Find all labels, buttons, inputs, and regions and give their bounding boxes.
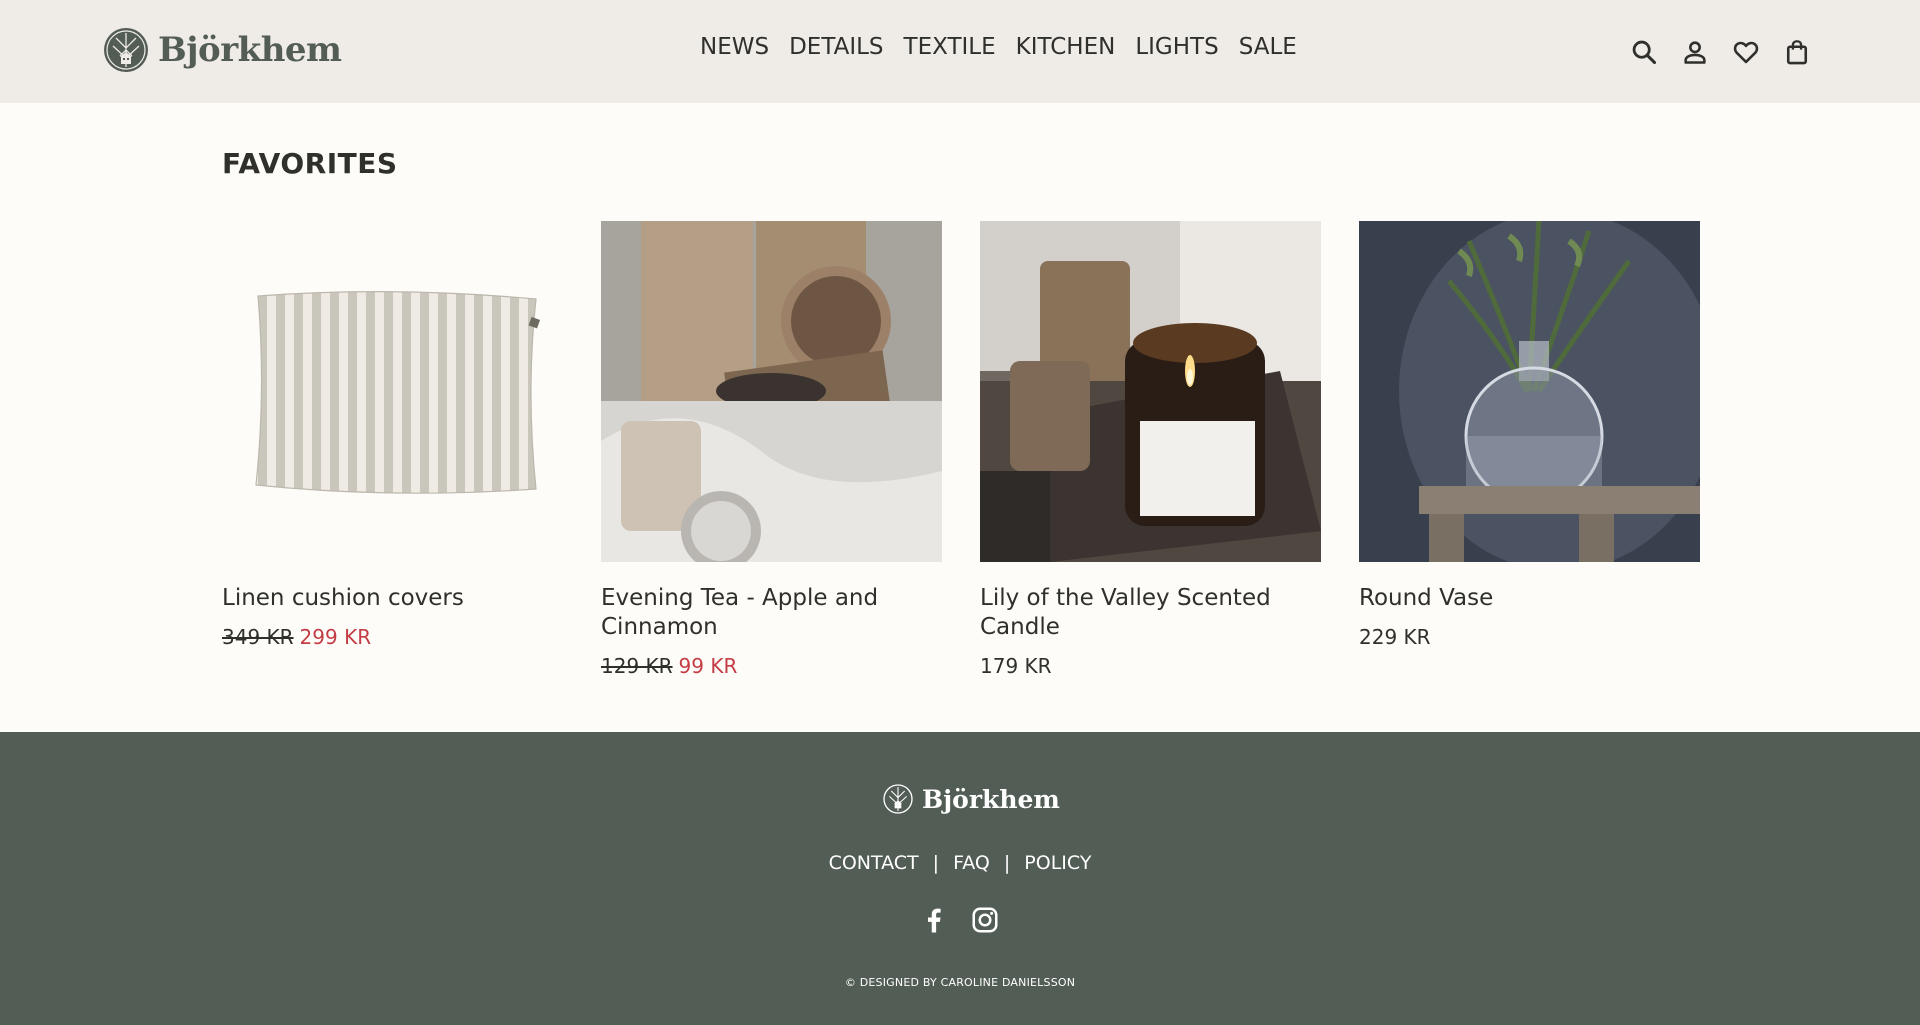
favorites-section: FAVORITES Linen cushion covers 349 KR 29…: [0, 103, 1920, 732]
main-nav: NEWS DETAILS TEXTILE KITCHEN LIGHTS SALE: [700, 34, 1297, 60]
product-card-linen-cushion[interactable]: Linen cushion covers 349 KR 299 KR: [222, 221, 563, 678]
nav-news[interactable]: NEWS: [700, 34, 769, 60]
page-title: FAVORITES: [222, 147, 398, 180]
footer-links: CONTACT | FAQ | POLICY: [0, 852, 1920, 874]
nav-lights[interactable]: LIGHTS: [1135, 34, 1218, 60]
product-image-vase[interactable]: [1359, 221, 1700, 562]
brand-name: Björkhem: [158, 30, 342, 70]
product-image-candle[interactable]: [980, 221, 1321, 562]
regular-price: 229 KR: [1359, 625, 1431, 649]
product-price: 349 KR 299 KR: [222, 625, 563, 649]
product-name[interactable]: Linen cushion covers: [222, 584, 563, 613]
product-price: 229 KR: [1359, 625, 1700, 649]
logo-mark-icon: [883, 784, 913, 814]
product-card-round-vase[interactable]: Round Vase 229 KR: [1359, 221, 1700, 678]
footer-brand-name: Björkhem: [922, 784, 1060, 814]
nav-kitchen[interactable]: KITCHEN: [1016, 34, 1116, 60]
nav-sale[interactable]: SALE: [1239, 34, 1297, 60]
product-image-cushion[interactable]: [222, 221, 563, 562]
footer-brand-logo[interactable]: Björkhem: [882, 783, 1060, 815]
nav-details[interactable]: DETAILS: [789, 34, 883, 60]
footer-link-contact[interactable]: CONTACT: [829, 852, 919, 874]
regular-price: 179 KR: [980, 654, 1052, 678]
heart-icon[interactable]: [1732, 38, 1760, 66]
site-header: Björkhem NEWS DETAILS TEXTILE KITCHEN LI…: [0, 0, 1920, 103]
brand-logo[interactable]: Björkhem: [102, 26, 342, 74]
footer-separator: |: [932, 852, 940, 874]
product-image-tea[interactable]: [601, 221, 942, 562]
product-grid: Linen cushion covers 349 KR 299 KR Eveni…: [222, 221, 1700, 678]
facebook-icon[interactable]: [918, 904, 948, 936]
copyright: © DESIGNED BY CAROLINE DANIELSSON: [844, 976, 1076, 989]
product-card-evening-tea[interactable]: Evening Tea - Apple and Cinnamon 129 KR 9…: [601, 221, 942, 678]
product-price: 129 KR 99 KR: [601, 654, 942, 678]
original-price: 129 KR: [601, 654, 673, 678]
header-icons: [1630, 38, 1811, 66]
logo-mark-icon: [104, 28, 148, 72]
sale-price: 99 KR: [678, 654, 738, 678]
search-icon[interactable]: [1630, 38, 1658, 66]
sale-price: 299 KR: [299, 625, 372, 649]
instagram-icon[interactable]: [970, 904, 1000, 936]
product-card-lily-candle[interactable]: Lily of the Valley Scented Candle 179 KR: [980, 221, 1321, 678]
footer-link-policy[interactable]: POLICY: [1024, 852, 1091, 874]
product-name[interactable]: Lily of the Valley Scented Candle: [980, 584, 1321, 642]
product-price: 179 KR: [980, 654, 1321, 678]
footer-separator: |: [1003, 852, 1011, 874]
product-name[interactable]: Evening Tea - Apple and Cinnamon: [601, 584, 942, 642]
original-price: 349 KR: [222, 625, 294, 649]
bag-icon[interactable]: [1783, 38, 1811, 66]
footer-link-faq[interactable]: FAQ: [953, 852, 990, 874]
account-icon[interactable]: [1681, 38, 1709, 66]
site-footer: Björkhem CONTACT | FAQ | POLICY © DESIGN…: [0, 732, 1920, 1025]
product-name[interactable]: Round Vase: [1359, 584, 1700, 613]
nav-textile[interactable]: TEXTILE: [904, 34, 996, 60]
social-links: [918, 904, 1000, 936]
